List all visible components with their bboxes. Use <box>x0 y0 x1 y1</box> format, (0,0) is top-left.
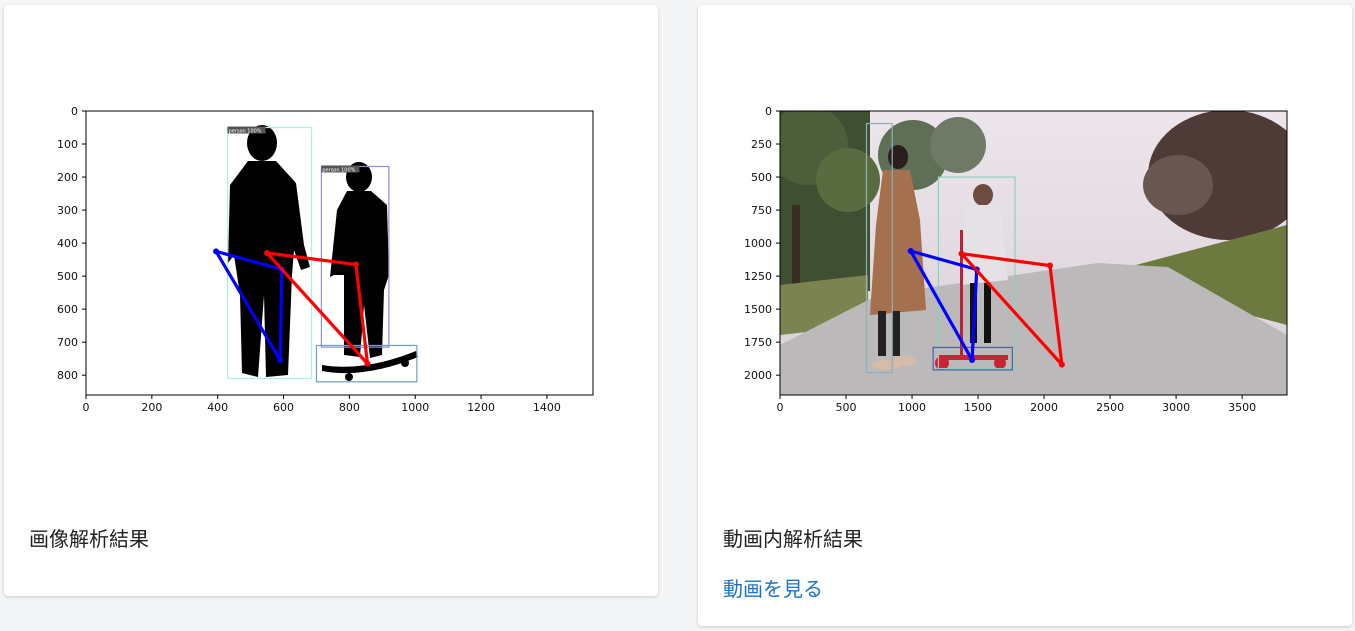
detection-label: person 100% <box>322 167 355 173</box>
y-tick-label: 0 <box>765 105 772 118</box>
y-tick-label: 400 <box>57 237 78 250</box>
x-tick-label: 200 <box>141 401 162 414</box>
x-tick-label: 0 <box>83 401 90 414</box>
x-tick-label: 3000 <box>1162 401 1190 414</box>
card-title: 画像解析結果 <box>29 527 149 551</box>
series-point <box>213 248 220 255</box>
y-tick-label: 1000 <box>744 237 772 250</box>
series-point <box>364 360 371 367</box>
y-tick-label: 600 <box>57 303 78 316</box>
y-tick-label: 300 <box>57 204 78 217</box>
x-tick-label: 400 <box>207 401 228 414</box>
x-tick-label: 2500 <box>1096 401 1124 414</box>
x-tick-label: 0 <box>777 401 784 414</box>
x-tick-label: 1500 <box>964 401 992 414</box>
image-analysis-plot: person 100%person 100%0 200 400 600 800 1000 1… <box>57 105 594 414</box>
series-point <box>1058 361 1065 368</box>
y-tick-label: 1500 <box>744 303 772 316</box>
y-tick-label: 700 <box>57 336 78 349</box>
y-tick-label: 250 <box>751 138 772 151</box>
x-tick-label: 1000 <box>401 401 429 414</box>
y-tick-label: 200 <box>57 171 78 184</box>
card-title: 動画内解析結果 <box>723 527 863 551</box>
x-tick-label: 1000 <box>898 401 926 414</box>
series-point <box>958 250 965 257</box>
y-tick-label: 1250 <box>744 270 772 283</box>
y-tick-label: 500 <box>751 171 772 184</box>
x-tick-label: 600 <box>273 401 294 414</box>
x-tick-label: 3500 <box>1228 401 1256 414</box>
x-tick-label: 2000 <box>1030 401 1058 414</box>
video-analysis-plot: 0 500 1000 1500 2000 2500 3000 3500 0 250 500 750 10… <box>744 105 1288 414</box>
y-tick-label: 750 <box>751 204 772 217</box>
series-point <box>907 248 914 255</box>
x-tick-label: 800 <box>339 401 360 414</box>
y-tick-label: 2000 <box>744 369 772 382</box>
series-point <box>352 261 359 268</box>
series-point <box>277 357 284 364</box>
y-tick-label: 100 <box>57 138 78 151</box>
series-point <box>264 250 271 256</box>
video-frame-content <box>780 111 1287 395</box>
series-point <box>1047 262 1054 269</box>
x-tick-label: 500 <box>836 401 857 414</box>
y-tick-label: 1750 <box>744 336 772 349</box>
watch-video-link[interactable]: 動画を見る <box>723 573 823 602</box>
image-analysis-card: person 100% person 100% 0 200 400 600 800 1000 1… <box>4 5 658 596</box>
detection-label: person 100% <box>229 129 262 135</box>
x-tick-label: 1200 <box>467 401 495 414</box>
x-tick-label: 1400 <box>533 401 561 414</box>
video-analysis-card: 0 500 1000 1500 2000 2500 3000 3500 0 250 500 750 10… <box>698 5 1352 626</box>
y-tick-label: 0 <box>71 105 78 118</box>
y-tick-label: 500 <box>57 270 78 283</box>
photo-content <box>86 111 593 395</box>
y-tick-label: 800 <box>57 369 78 382</box>
series-point <box>969 356 976 363</box>
